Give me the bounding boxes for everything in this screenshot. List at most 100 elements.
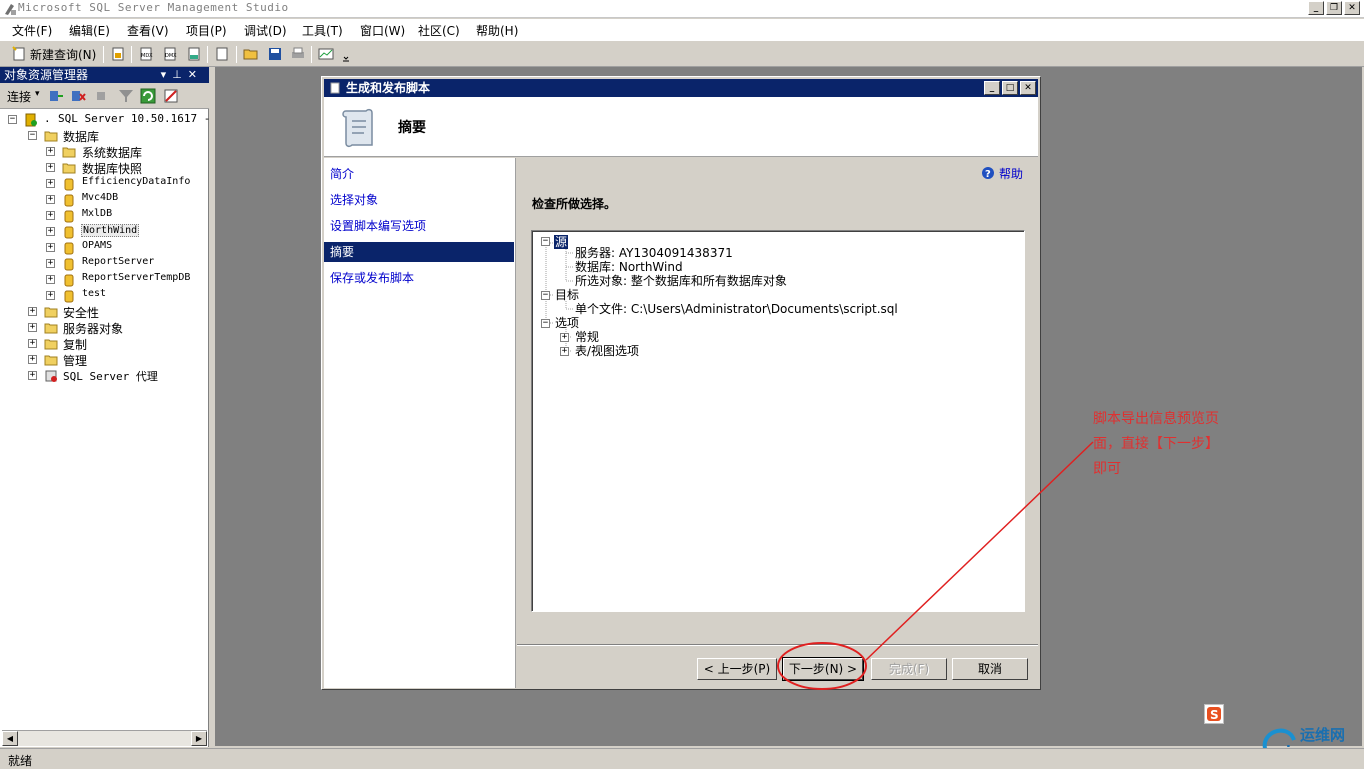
expand-icon[interactable]: +: [46, 275, 55, 284]
pin-icon[interactable]: ⊥: [172, 68, 188, 81]
restore-button[interactable]: ❐: [1326, 1, 1342, 15]
dialog-title-bar: 生成和发布脚本 _ □ ✕: [324, 79, 1038, 97]
menu-community[interactable]: 社区(C): [418, 22, 460, 39]
expand-icon[interactable]: +: [46, 291, 55, 300]
menu-window[interactable]: 窗口(W): [360, 22, 405, 39]
expand-icon[interactable]: +: [560, 347, 569, 356]
disconnect-icon[interactable]: [70, 88, 86, 104]
folder-icon: [44, 355, 58, 366]
nav-summary[interactable]: 摘要: [324, 242, 514, 262]
expand-icon[interactable]: +: [46, 163, 55, 172]
nav-introduction[interactable]: 简介: [324, 164, 514, 184]
minimize-button[interactable]: _: [1308, 1, 1324, 15]
summary-option-table-view[interactable]: 表/视图选项: [575, 344, 639, 358]
status-bar: 就绪: [0, 748, 1364, 768]
menu-help[interactable]: 帮助(H): [476, 22, 518, 39]
folder-icon: [62, 163, 76, 174]
expand-icon[interactable]: +: [46, 179, 55, 188]
generate-scripts-dialog: 生成和发布脚本 _ □ ✕ 摘要 简介 选择对象 设置脚本编写选项 摘要 保存或…: [321, 76, 1041, 690]
finish-button[interactable]: 完成(F): [871, 658, 947, 680]
scroll-right-icon[interactable]: ▶: [191, 731, 207, 746]
expand-icon[interactable]: +: [46, 259, 55, 268]
next-button[interactable]: 下一步(N) >: [782, 657, 864, 681]
connect-server-icon[interactable]: [48, 88, 64, 104]
dialog-close-button[interactable]: ✕: [1020, 81, 1036, 95]
menu-edit[interactable]: 编辑(E): [69, 22, 110, 39]
folder-icon: [44, 307, 58, 318]
input-method-icon[interactable]: S: [1204, 704, 1224, 724]
summary-source-node[interactable]: 源: [554, 235, 569, 249]
help-link[interactable]: 帮助: [999, 165, 1023, 182]
expand-icon[interactable]: +: [28, 371, 37, 380]
status-text: 就绪: [8, 754, 33, 768]
refresh-icon[interactable]: [140, 88, 156, 104]
database-icon: [64, 258, 74, 271]
connect-button[interactable]: 连接: [7, 88, 31, 105]
expand-icon[interactable]: +: [28, 339, 37, 348]
server-icon: [25, 113, 37, 127]
new-file-icon[interactable]: [214, 46, 230, 62]
cancel-button[interactable]: 取消: [952, 658, 1028, 680]
menu-project[interactable]: 项目(P): [186, 22, 227, 39]
collapse-icon[interactable]: −: [541, 237, 550, 246]
collapse-icon[interactable]: −: [541, 291, 550, 300]
expand-icon[interactable]: +: [46, 227, 55, 236]
summary-options-node[interactable]: 选项: [555, 316, 579, 330]
help-icon[interactable]: ?: [981, 166, 995, 180]
summary-option-general[interactable]: 常规: [575, 330, 599, 344]
expand-icon[interactable]: +: [560, 333, 569, 342]
object-explorer-toolbar: 连接 ▾: [0, 83, 209, 109]
collapse-icon[interactable]: −: [8, 115, 17, 124]
connect-dropdown-icon[interactable]: ▾: [35, 89, 40, 99]
new-query-button[interactable]: 新建查询(N): [30, 46, 96, 63]
horizontal-scrollbar[interactable]: ◀ ▶: [2, 730, 207, 746]
dropdown-arrow-icon[interactable]: ▾: [161, 68, 173, 81]
scroll-left-icon[interactable]: ◀: [2, 731, 18, 746]
activity-monitor-icon[interactable]: [318, 46, 334, 62]
close-icon[interactable]: ✕: [188, 68, 203, 81]
save-icon[interactable]: [267, 46, 283, 62]
summary-target-node[interactable]: 目标: [555, 288, 579, 302]
new-query-icon[interactable]: [11, 46, 27, 62]
script-scroll-icon: [330, 82, 340, 94]
expand-icon[interactable]: +: [28, 323, 37, 332]
folder-icon: [44, 339, 58, 350]
close-button[interactable]: ✕: [1344, 1, 1360, 15]
xmla-query-icon[interactable]: [186, 46, 202, 62]
dialog-minimize-button[interactable]: _: [984, 81, 1000, 95]
expand-icon[interactable]: +: [46, 211, 55, 220]
svg-text:DMX: DMX: [165, 53, 177, 59]
mdx-query-icon[interactable]: MDX: [138, 46, 154, 62]
expand-icon[interactable]: +: [46, 195, 55, 204]
menu-debug[interactable]: 调试(D): [244, 22, 287, 39]
script-wizard-icon: [342, 108, 373, 148]
server-name: SQL Server 10.50.1617 -: [58, 112, 211, 125]
main-toolbar: 新建查询(N) MDX DMX: [0, 42, 1364, 67]
instruction-text: 检查所做选择。: [532, 197, 617, 211]
menu-tools[interactable]: 工具(T): [302, 22, 343, 39]
open-folder-icon[interactable]: [243, 46, 259, 62]
summary-tree[interactable]: − 源 服务器: AY1304091438371 数据库: NorthWind …: [531, 230, 1025, 612]
nav-scripting-options[interactable]: 设置脚本编写选项: [324, 216, 514, 236]
database-engine-query-icon[interactable]: [110, 46, 126, 62]
stop-icon[interactable]: [95, 90, 107, 102]
dmx-query-icon[interactable]: DMX: [162, 46, 178, 62]
expand-icon[interactable]: +: [46, 243, 55, 252]
database-icon: [64, 178, 74, 191]
print-icon[interactable]: [290, 46, 306, 62]
nav-choose-objects[interactable]: 选择对象: [324, 190, 514, 210]
expand-icon[interactable]: +: [46, 147, 55, 156]
previous-button[interactable]: < 上一步(P): [697, 658, 777, 680]
expand-icon[interactable]: +: [28, 355, 37, 364]
menu-view[interactable]: 查看(V): [127, 22, 169, 39]
collapse-icon[interactable]: −: [541, 319, 550, 328]
ssms-app-icon: [5, 4, 16, 15]
dialog-maximize-button[interactable]: □: [1002, 81, 1018, 95]
toolbar-overflow-icon[interactable]: [342, 55, 350, 63]
expand-icon[interactable]: +: [28, 307, 37, 316]
collapse-icon[interactable]: −: [28, 131, 37, 140]
activity-monitor-icon-2[interactable]: [163, 88, 179, 104]
nav-save-or-publish[interactable]: 保存或发布脚本: [324, 268, 514, 288]
menu-file[interactable]: 文件(F): [12, 22, 52, 39]
filter-icon[interactable]: [118, 88, 134, 104]
